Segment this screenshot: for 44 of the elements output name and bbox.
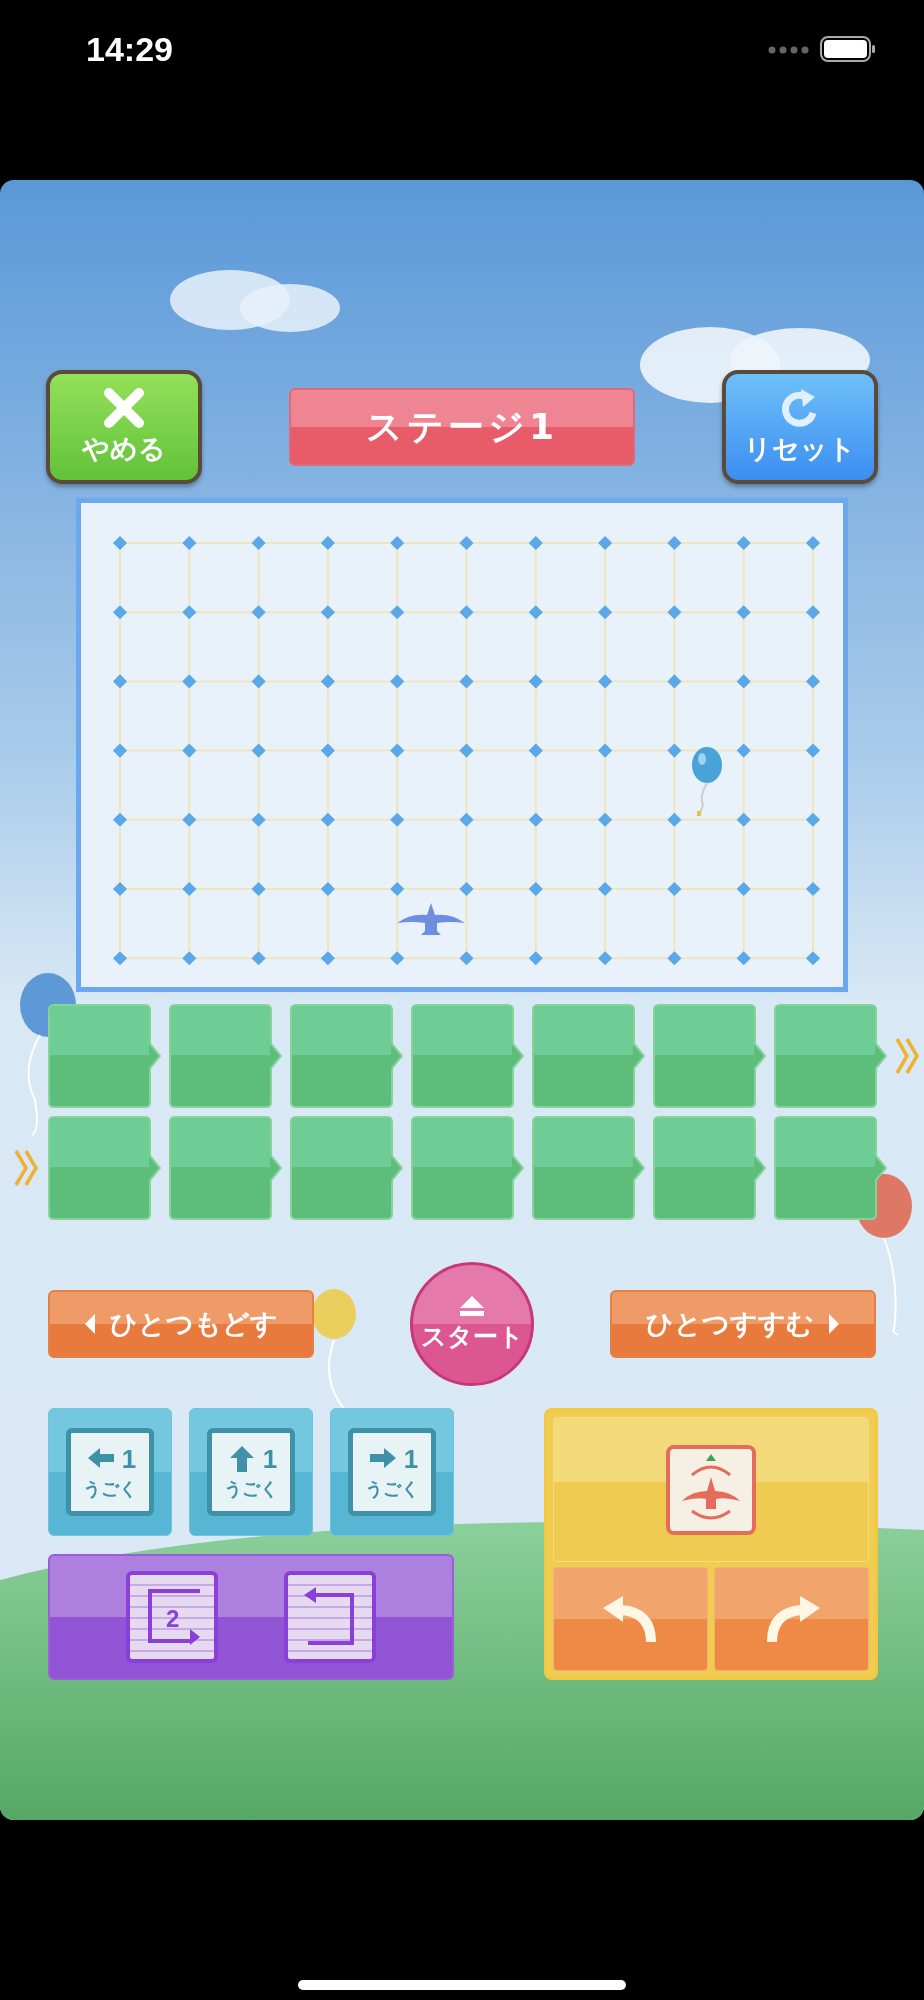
program-slot[interactable] [169, 1004, 282, 1108]
turn-right-block[interactable] [714, 1567, 869, 1671]
close-icon [103, 387, 145, 429]
program-slot[interactable] [532, 1004, 645, 1108]
program-slot[interactable] [290, 1116, 403, 1220]
bird-turn-icon [666, 1444, 756, 1535]
repeat-start-block[interactable]: 2 [126, 1571, 218, 1663]
quit-button[interactable]: やめる [46, 370, 202, 484]
step-forward-button[interactable]: ひとつすすむ [610, 1290, 876, 1358]
move-block[interactable]: 1 うごく [330, 1408, 454, 1536]
chevron-icon [14, 1149, 40, 1187]
move-block[interactable]: 1 うごく [48, 1408, 172, 1536]
step-count: 1 [121, 1443, 137, 1475]
flip-block[interactable] [553, 1417, 869, 1562]
signal-icon [768, 46, 810, 54]
battery-icon [820, 36, 876, 62]
program-slot[interactable] [532, 1116, 645, 1220]
caret-right-icon [828, 1314, 840, 1334]
step-back-button[interactable]: ひとつもどす [48, 1290, 314, 1358]
program-slot[interactable] [774, 1004, 887, 1108]
eject-icon [460, 1295, 484, 1316]
move-block[interactable]: 1 うごく [189, 1408, 313, 1536]
caret-left-icon [84, 1314, 96, 1334]
reset-button[interactable]: リセット [722, 370, 878, 484]
turn-left-block[interactable] [553, 1567, 708, 1671]
program-slot[interactable] [290, 1004, 403, 1108]
program-slot[interactable] [411, 1116, 524, 1220]
program-slot[interactable] [411, 1004, 524, 1108]
program-slot[interactable] [653, 1116, 766, 1220]
move-label: うごく [224, 1477, 278, 1501]
status-time: 14:29 [86, 30, 173, 69]
step-count: 1 [262, 1443, 278, 1475]
repeat-end-block[interactable] [284, 1571, 376, 1663]
program-slot[interactable] [48, 1004, 161, 1108]
chevron-icon [895, 1037, 921, 1075]
bird-icon [395, 901, 467, 937]
program-slot[interactable] [774, 1116, 887, 1220]
move-label: うごく [365, 1477, 419, 1501]
program-slot[interactable] [48, 1116, 161, 1220]
stage-title: ステージ1 [289, 388, 635, 466]
program-slot[interactable] [169, 1116, 282, 1220]
move-label: うごく [83, 1477, 137, 1501]
step-count: 1 [403, 1443, 419, 1475]
program-slot[interactable] [653, 1004, 766, 1108]
